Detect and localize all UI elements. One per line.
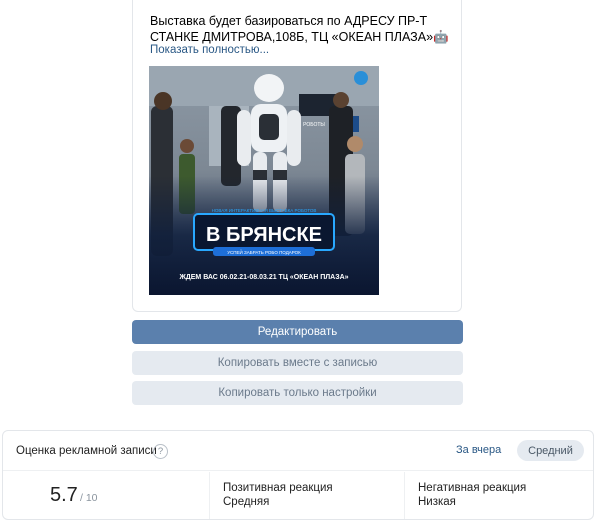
negative-reaction-label: Негативная реакция <box>418 482 527 494</box>
ad-preview-panel: Выставка будет базироваться по АДРЕСУ ПР… <box>0 0 600 420</box>
post-card: Выставка будет базироваться по АДРЕСУ ПР… <box>132 0 462 312</box>
copy-with-post-button[interactable]: Копировать вместе с записью <box>132 351 463 375</box>
image-tagline: УСПЕЙ ЗАБРАТЬ РОБО ПОДАРОК <box>227 248 301 255</box>
post-image[interactable]: НОВАЯ ИНТЕРАКТИВНАЯ ВЫСТАВКА РОБОТОВ В Б… <box>149 66 379 295</box>
copy-settings-button[interactable]: Копировать только настройки <box>132 381 463 405</box>
image-subtitle: НОВАЯ ИНТЕРАКТИВНАЯ ВЫСТАВКА РОБОТОВ <box>212 208 317 213</box>
image-date-line: ЖДЕМ ВАС 06.02.21-08.03.21 ТЦ «ОКЕАН ПЛА… <box>178 274 348 281</box>
post-text: Выставка будет базироваться по АДРЕСУ ПР… <box>150 14 449 44</box>
score-cell: 5.7 / 10 <box>3 472 210 519</box>
positive-reaction-cell: Позитивная реакция Средняя <box>211 472 405 519</box>
period-link[interactable]: За вчера <box>456 444 501 456</box>
image-brand-label: РОБОТЫ <box>303 122 325 128</box>
positive-reaction-value: Средняя <box>223 496 270 508</box>
rating-title: Оценка рекламной записи <box>16 445 157 457</box>
edit-button[interactable]: Редактировать <box>132 320 463 344</box>
negative-reaction-value: Низкая <box>418 496 456 508</box>
score-max: / 10 <box>80 492 98 504</box>
exhibition-logo-icon <box>354 71 368 85</box>
ad-rating-panel: Оценка рекламной записи ? За вчера Средн… <box>2 430 594 520</box>
image-headline: В БРЯНСКЕ <box>206 224 322 246</box>
help-icon[interactable]: ? <box>153 444 168 459</box>
rating-header: Оценка рекламной записи ? За вчера Средн… <box>3 431 593 471</box>
rating-level-badge: Средний <box>517 440 584 461</box>
positive-reaction-label: Позитивная реакция <box>223 482 333 494</box>
show-more-link[interactable]: Показать полностью... <box>150 44 269 56</box>
negative-reaction-cell: Негативная реакция Низкая <box>406 472 594 519</box>
score-value: 5.7 <box>50 484 78 506</box>
